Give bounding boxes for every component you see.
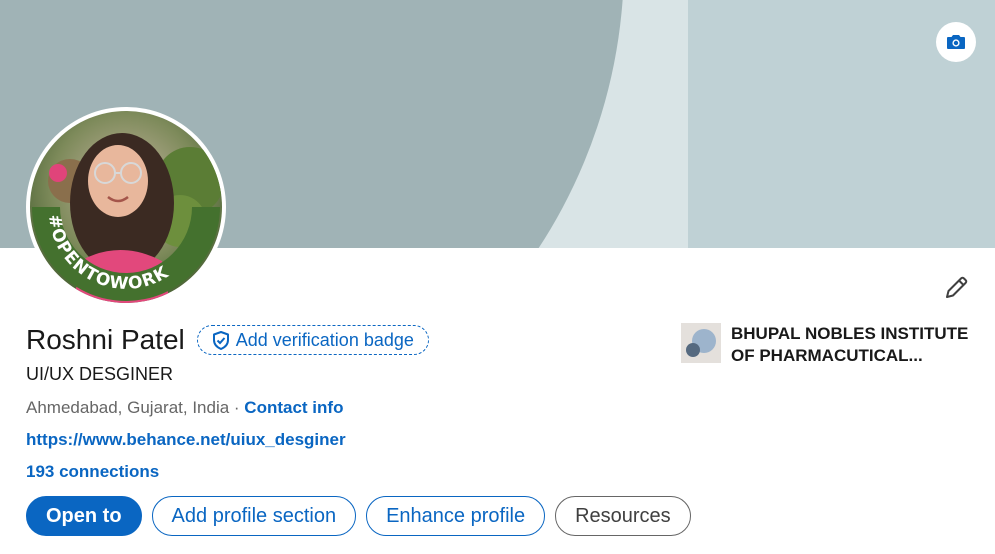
website-link[interactable]: https://www.behance.net/uiux_desginer (26, 430, 346, 450)
edit-intro-button[interactable] (940, 272, 972, 304)
institute-name: BHUPAL NOBLES INSTITUTE OF PHARMACUTICAL… (731, 323, 971, 367)
resources-button[interactable]: Resources (555, 496, 691, 536)
profile-photo-image: #OPENTOWORK (30, 111, 222, 303)
institute-logo (681, 323, 721, 363)
location-separator: · (229, 398, 245, 417)
add-profile-section-button[interactable]: Add profile section (151, 496, 357, 536)
edit-banner-button[interactable] (936, 22, 976, 62)
profile-actions: Open to Add profile section Enhance prof… (26, 496, 701, 536)
profile-headline: UI/UX DESGINER (26, 364, 174, 384)
add-verification-badge-button[interactable]: Add verification badge (196, 325, 429, 355)
verification-label: Add verification badge (235, 329, 414, 350)
location-row: Ahmedabad, Gujarat, India · Contact info (26, 398, 343, 418)
open-to-button[interactable]: Open to (26, 496, 142, 536)
institute-name-line2: OF PHARMACUTICAL... (731, 346, 923, 365)
enhance-profile-button[interactable]: Enhance profile (366, 496, 546, 536)
education-item[interactable]: BHUPAL NOBLES INSTITUTE OF PHARMACUTICAL… (681, 323, 971, 367)
contact-info-link[interactable]: Contact info (244, 398, 343, 418)
camera-icon (947, 35, 965, 49)
pencil-icon (946, 276, 968, 298)
profile-location: Ahmedabad, Gujarat, India (26, 398, 230, 417)
profile-photo[interactable]: #OPENTOWORK (26, 107, 226, 307)
connections-link[interactable]: 193 connections (26, 462, 159, 482)
name-row: Roshni Patel Add verification badge (26, 324, 429, 356)
shield-check-icon (212, 330, 229, 350)
profile-name: Roshni Patel (26, 324, 185, 355)
institute-name-line1: BHUPAL NOBLES INSTITUTE (731, 324, 969, 343)
